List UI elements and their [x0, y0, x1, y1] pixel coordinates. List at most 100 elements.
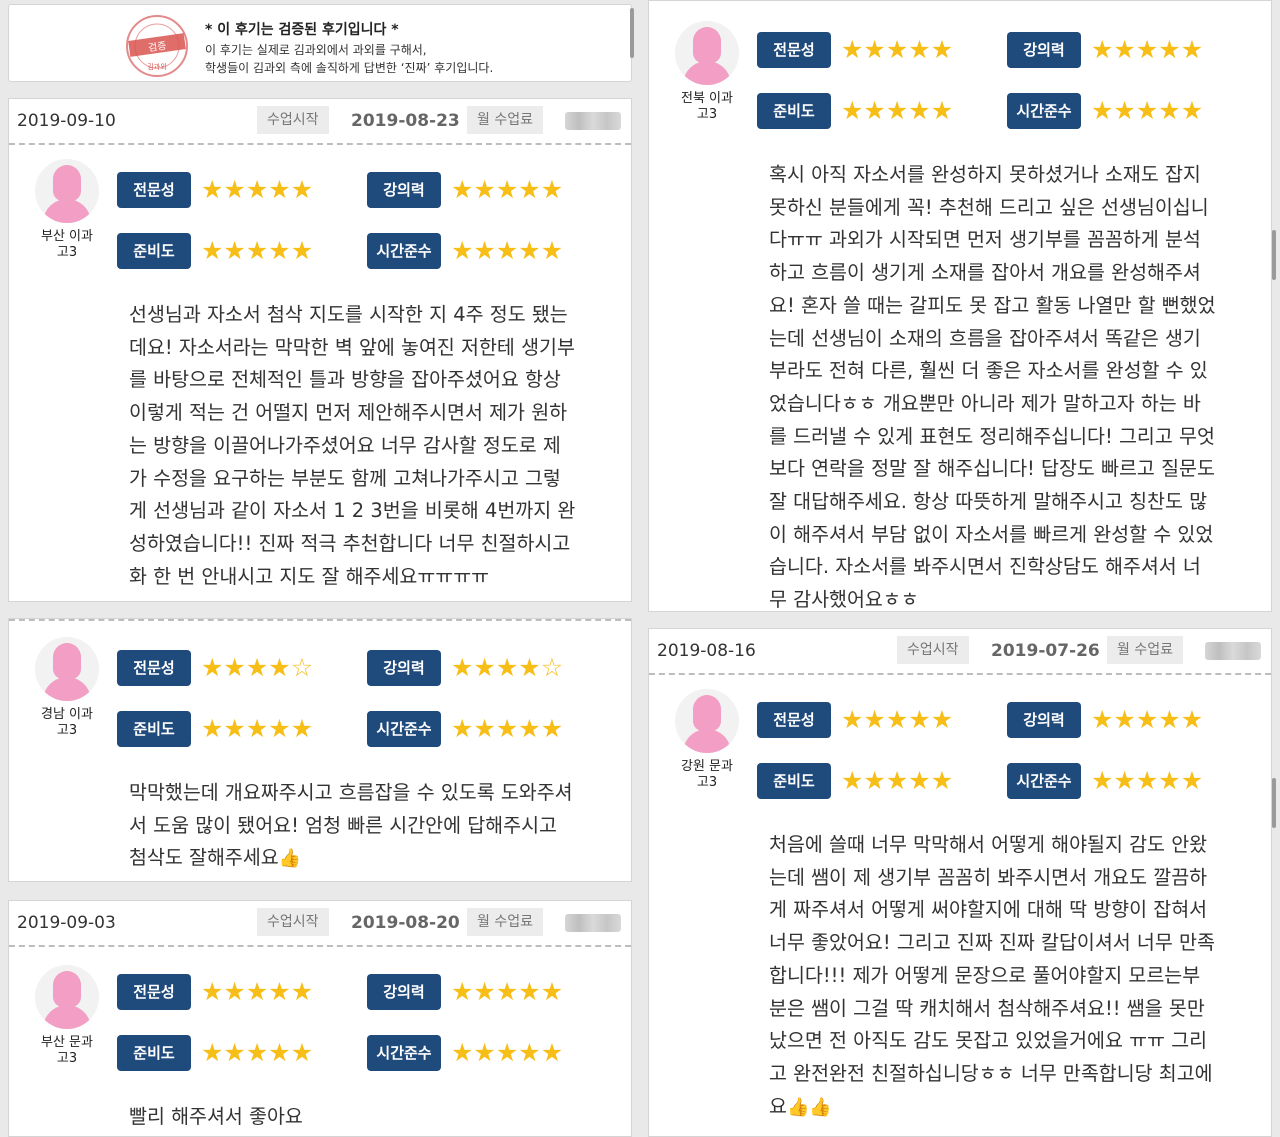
preparation-stars: ★★★★★: [201, 714, 313, 744]
preparation-badge: 준비도: [117, 711, 191, 747]
star-filled-icon: ★: [268, 236, 291, 265]
star-filled-icon: ★: [518, 977, 541, 1006]
star-filled-icon: ★: [201, 653, 224, 682]
student-profile: 강원 문과 고3: [667, 689, 747, 791]
star-filled-icon: ★: [290, 1038, 314, 1067]
star-filled-icon: ★: [268, 1038, 291, 1067]
teaching-badge: 강의력: [367, 650, 441, 686]
star-empty-icon: ☆: [290, 653, 314, 682]
review-card: 경남 이과 고3 전문성 ★★★★☆ 강의력 ★★★★☆ 준비도 ★★★★★ 시간…: [8, 618, 632, 882]
star-filled-icon: ★: [885, 35, 909, 64]
star-filled-icon: ★: [495, 714, 519, 743]
star-filled-icon: ★: [473, 714, 496, 743]
verification-banner: 검증 김과외 * 이 후기는 검증된 후기입니다 * 이 후기는 실제로 김과외…: [8, 4, 632, 82]
punctuality-badge: 시간준수: [1007, 763, 1081, 799]
expertise-badge: 전문성: [117, 172, 191, 208]
start-label: 수업시작: [897, 636, 969, 664]
fee-label: 월 수업료: [1107, 636, 1183, 664]
scrollbar[interactable]: [630, 8, 634, 58]
review-date: 2019-08-16: [657, 641, 756, 661]
preparation-badge: 준비도: [117, 1035, 191, 1071]
review-header: 2019-09-10 수업시작 2019-08-23 월 수업료: [9, 99, 631, 145]
punctuality-stars: ★★★★★: [451, 714, 563, 744]
review-header: 2019-09-03 수업시작 2019-08-20 월 수업료: [9, 901, 631, 947]
star-filled-icon: ★: [930, 96, 954, 125]
star-filled-icon: ★: [245, 1038, 269, 1067]
fee-label: 월 수업료: [467, 908, 543, 936]
star-filled-icon: ★: [1135, 766, 1159, 795]
preparation-badge: 준비도: [757, 93, 831, 129]
star-filled-icon: ★: [290, 977, 314, 1006]
student-profile: 부산 이과 고3: [27, 159, 107, 261]
star-filled-icon: ★: [473, 236, 496, 265]
punctuality-badge: 시간준수: [367, 1035, 441, 1071]
teaching-stars: ★★★★★: [1091, 705, 1203, 735]
teaching-badge: 강의력: [367, 974, 441, 1010]
star-filled-icon: ★: [1158, 35, 1181, 64]
start-label: 수업시작: [257, 106, 329, 134]
star-filled-icon: ★: [863, 35, 886, 64]
review-card: 2019-08-16 수업시작 2019-07-26 월 수업료 강원 문과 고3…: [648, 628, 1272, 1137]
teaching-stars: ★★★★★: [451, 175, 563, 205]
teaching-badge: 강의력: [367, 172, 441, 208]
scrollbar[interactable]: [1272, 230, 1276, 280]
star-filled-icon: ★: [223, 714, 246, 743]
star-filled-icon: ★: [473, 653, 496, 682]
review-date: 2019-09-03: [17, 913, 116, 933]
star-filled-icon: ★: [1158, 96, 1181, 125]
star-filled-icon: ★: [1158, 766, 1181, 795]
thumbs-up-icon: 👍: [809, 1096, 832, 1118]
review-text: 막막했는데 개요짜주시고 흐름잡을 수 있도록 도와주셔 서 도움 많이 됐어요…: [129, 781, 573, 870]
review-card: 2019-09-10 수업시작 2019-08-23 월 수업료 부산 이과 고3…: [8, 98, 632, 602]
star-filled-icon: ★: [245, 653, 269, 682]
star-filled-icon: ★: [1180, 705, 1204, 734]
start-date: 2019-08-23: [351, 111, 460, 131]
star-filled-icon: ★: [268, 175, 291, 204]
star-filled-icon: ★: [451, 977, 474, 1006]
star-filled-icon: ★: [1135, 35, 1159, 64]
star-filled-icon: ★: [863, 96, 886, 125]
star-filled-icon: ★: [290, 236, 314, 265]
student-location: 부산 이과: [41, 229, 93, 244]
expertise-badge: 전문성: [757, 32, 831, 68]
review-text: 선생님과 자소서 첨삭 지도를 시작한 지 4주 정도 됐는 데요! 자소서라는…: [129, 303, 576, 588]
star-filled-icon: ★: [841, 705, 864, 734]
star-filled-icon: ★: [930, 766, 954, 795]
student-location: 부산 문과: [41, 1035, 93, 1050]
punctuality-stars: ★★★★★: [451, 1038, 563, 1068]
star-filled-icon: ★: [495, 977, 519, 1006]
student-grade: 고3: [56, 245, 78, 260]
student-profile: 경남 이과 고3: [27, 637, 107, 739]
verification-stamp-icon: 검증 김과외: [126, 15, 188, 77]
star-filled-icon: ★: [223, 977, 246, 1006]
start-date: 2019-07-26: [991, 641, 1100, 661]
avatar: [35, 965, 99, 1029]
star-filled-icon: ★: [908, 705, 931, 734]
star-filled-icon: ★: [540, 175, 564, 204]
star-filled-icon: ★: [1113, 35, 1136, 64]
student-profile: 부산 문과 고3: [27, 965, 107, 1067]
avatar: [35, 159, 99, 223]
star-filled-icon: ★: [518, 175, 541, 204]
star-filled-icon: ★: [495, 1038, 519, 1067]
review-text: 처음에 쓸때 너무 막막해서 어떻게 해야될지 감도 안왔 는데 쌤이 제 생기…: [769, 833, 1215, 1118]
punctuality-stars: ★★★★★: [1091, 766, 1203, 796]
scrollbar[interactable]: [1272, 778, 1276, 828]
star-filled-icon: ★: [201, 1038, 224, 1067]
star-filled-icon: ★: [908, 96, 931, 125]
star-filled-icon: ★: [495, 175, 519, 204]
star-filled-icon: ★: [201, 714, 224, 743]
punctuality-badge: 시간준수: [1007, 93, 1081, 129]
review-card: 전북 이과 고3 전문성 ★★★★★ 강의력 ★★★★★ 준비도 ★★★★★ 시간…: [648, 0, 1272, 612]
expertise-badge: 전문성: [117, 650, 191, 686]
star-filled-icon: ★: [223, 236, 246, 265]
star-filled-icon: ★: [863, 766, 886, 795]
teaching-badge: 강의력: [1007, 702, 1081, 738]
preparation-stars: ★★★★★: [201, 1038, 313, 1068]
start-date: 2019-08-20: [351, 913, 460, 933]
star-filled-icon: ★: [1113, 96, 1136, 125]
thumbs-up-icon: 👍: [278, 848, 302, 870]
teaching-stars: ★★★★★: [451, 977, 563, 1007]
star-filled-icon: ★: [518, 236, 541, 265]
expertise-stars: ★★★★★: [201, 977, 313, 1007]
